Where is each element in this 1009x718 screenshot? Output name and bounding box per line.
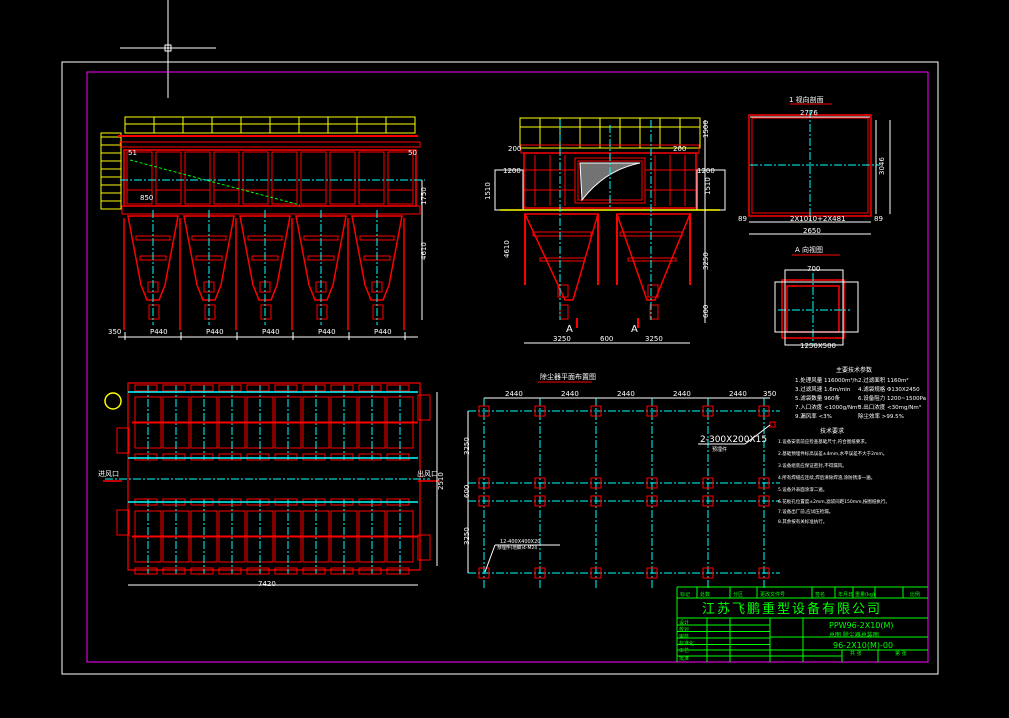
tb-header: 处数 [700,591,710,598]
dim-length: 7420 [258,580,276,588]
dim: 1750 [420,187,428,205]
spec-item: 1.处理风量 116000m³/h [795,376,858,384]
spec-item: 9.漏风率 <3% [795,412,832,420]
dim: 200 [673,145,686,153]
note-item: 1.设备安装前应检查基础尺寸,符合图纸要求。 [778,438,869,445]
dim: 4610 [420,242,428,260]
inlet-label: 进风口 [98,470,119,478]
note-item: 3.设备组装应保证密封,不得漏风。 [778,462,847,469]
note-item: 4.所有焊缝应连续,焊后清除焊渣,涂防锈漆一遍。 [778,474,875,481]
tb-footer: 共 张 [850,650,862,657]
dim: 3046 [878,157,886,175]
dim-pitch: P440 [150,328,168,336]
company-name: 江苏飞鹏重型设备有限公司 [702,601,882,617]
note-item: 7.设备出厂前,应试压检漏。 [778,508,833,515]
tb-header: 标记 [680,591,690,598]
dim-left: 350 [108,328,121,336]
tb-footer: 第 张 [895,650,907,657]
spec-item: 2.过滤面积 1160m² [858,376,909,384]
outlet-label: 出风口 [417,469,438,478]
spec-item: 除尘效率 >99.5% [858,412,904,420]
dim: 2440 [673,390,691,398]
spec-item: 8.出口浓度 <30mg/Nm³ [858,403,921,411]
dim: 1510 [484,182,492,200]
dim: 3250 [553,335,571,343]
dim: 2440 [729,390,747,398]
dim: 50 [408,149,417,157]
tb-role: 校对 [679,626,689,633]
dim: 350 [763,390,776,398]
tb-role: 工艺 [679,648,689,654]
spec-item: 4.滤袋规格 Φ130X2450 [858,385,920,393]
dim: 2X1010+2X481 [790,215,846,223]
dim: 1510 [704,177,712,195]
note-item: 6.花板孔位置度±2mm,滤袋间距150mm,按图纸执行。 [778,498,890,505]
callout-base: 12-400X400X20 [500,539,540,545]
callout-base-note: 预埋件(地脚)4-M24 [497,544,537,551]
callout-plate: 2-300X200X15 [700,435,767,445]
dim: 2650 [803,227,821,235]
foundation-title: 除尘器平面布置图 [540,372,596,381]
tb-header: 签名 [815,591,825,598]
spec-item: 6.设备阻力 1200~1500Pa [858,394,926,402]
dim-pitch: P440 [318,328,336,336]
section-1-title: 1 视向剖面 [789,95,824,104]
cad-drawing-canvas: 350 P440 P440 P440 P440 P440 51 50 850 1… [0,0,1009,718]
dim: 51 [128,149,137,157]
drawing-number: 96-2X10(M)-00 [833,641,893,650]
dim: 2440 [561,390,579,398]
spec-item: 3.过滤风速 1.6m/min [795,385,851,393]
dim: 2440 [617,390,635,398]
note-item: 2.基础预埋件标高误差±4mm,水平误差不大于2mm。 [778,450,887,457]
dim: 3250 [645,335,663,343]
dim: 600 [702,305,710,318]
dim: 2776 [800,109,818,117]
dim: 3250 [463,527,471,545]
spec-item: 7.入口浓度 <1000g/Nm³ [795,403,860,411]
model-number: PPW96-2X10(M) [829,621,894,630]
specs-title: 主要技术参数 [836,366,872,374]
dim: 3250 [463,437,471,455]
dim: 850 [140,194,153,202]
dim-pitch: P440 [374,328,392,336]
tb-header: 更改文件号 [760,591,785,598]
section-mark: A [566,324,573,335]
dim: 200 [508,145,521,153]
tb-role: 标准化 [679,640,694,647]
dim: 1250X500 [800,342,836,350]
notes-title: 技术要求 [820,427,844,435]
tb-role: 审核 [679,633,689,640]
tb-role: 设计 [679,619,689,626]
note-item: 5.设备外表面涂漆二遍。 [778,486,827,493]
dim-width: 2510 [437,472,445,490]
section-mark: A [631,324,638,335]
note-item: 8.其余按有关标准执行。 [778,518,827,525]
dim: 1200 [697,167,715,175]
dim-pitch: P440 [206,328,224,336]
callout-plate-note: 预埋件 [712,446,727,453]
tb-header: 重量(kg) [855,591,875,598]
tb-role: 批准 [679,655,689,662]
dim: 3250 [702,252,710,270]
dim: 600 [600,335,613,343]
tb-header: 分区 [733,591,743,598]
dim: 1200 [503,167,521,175]
spec-item: 5.滤袋数量 960条 [795,394,840,402]
section-a-title: A 向视图 [795,245,823,254]
dim: 600 [463,485,471,498]
drawing-name: 总图 除尘器总装图 [829,631,879,639]
dim: 89 [738,215,747,223]
dim: 700 [807,265,820,273]
dim: 2440 [505,390,523,398]
dim: 1500 [702,120,710,138]
dim-pitch: P440 [262,328,280,336]
tb-header: 比例 [910,591,920,598]
dim: 4610 [503,240,511,258]
dim: 89 [874,215,883,223]
tb-header: 年月日 [838,591,853,598]
